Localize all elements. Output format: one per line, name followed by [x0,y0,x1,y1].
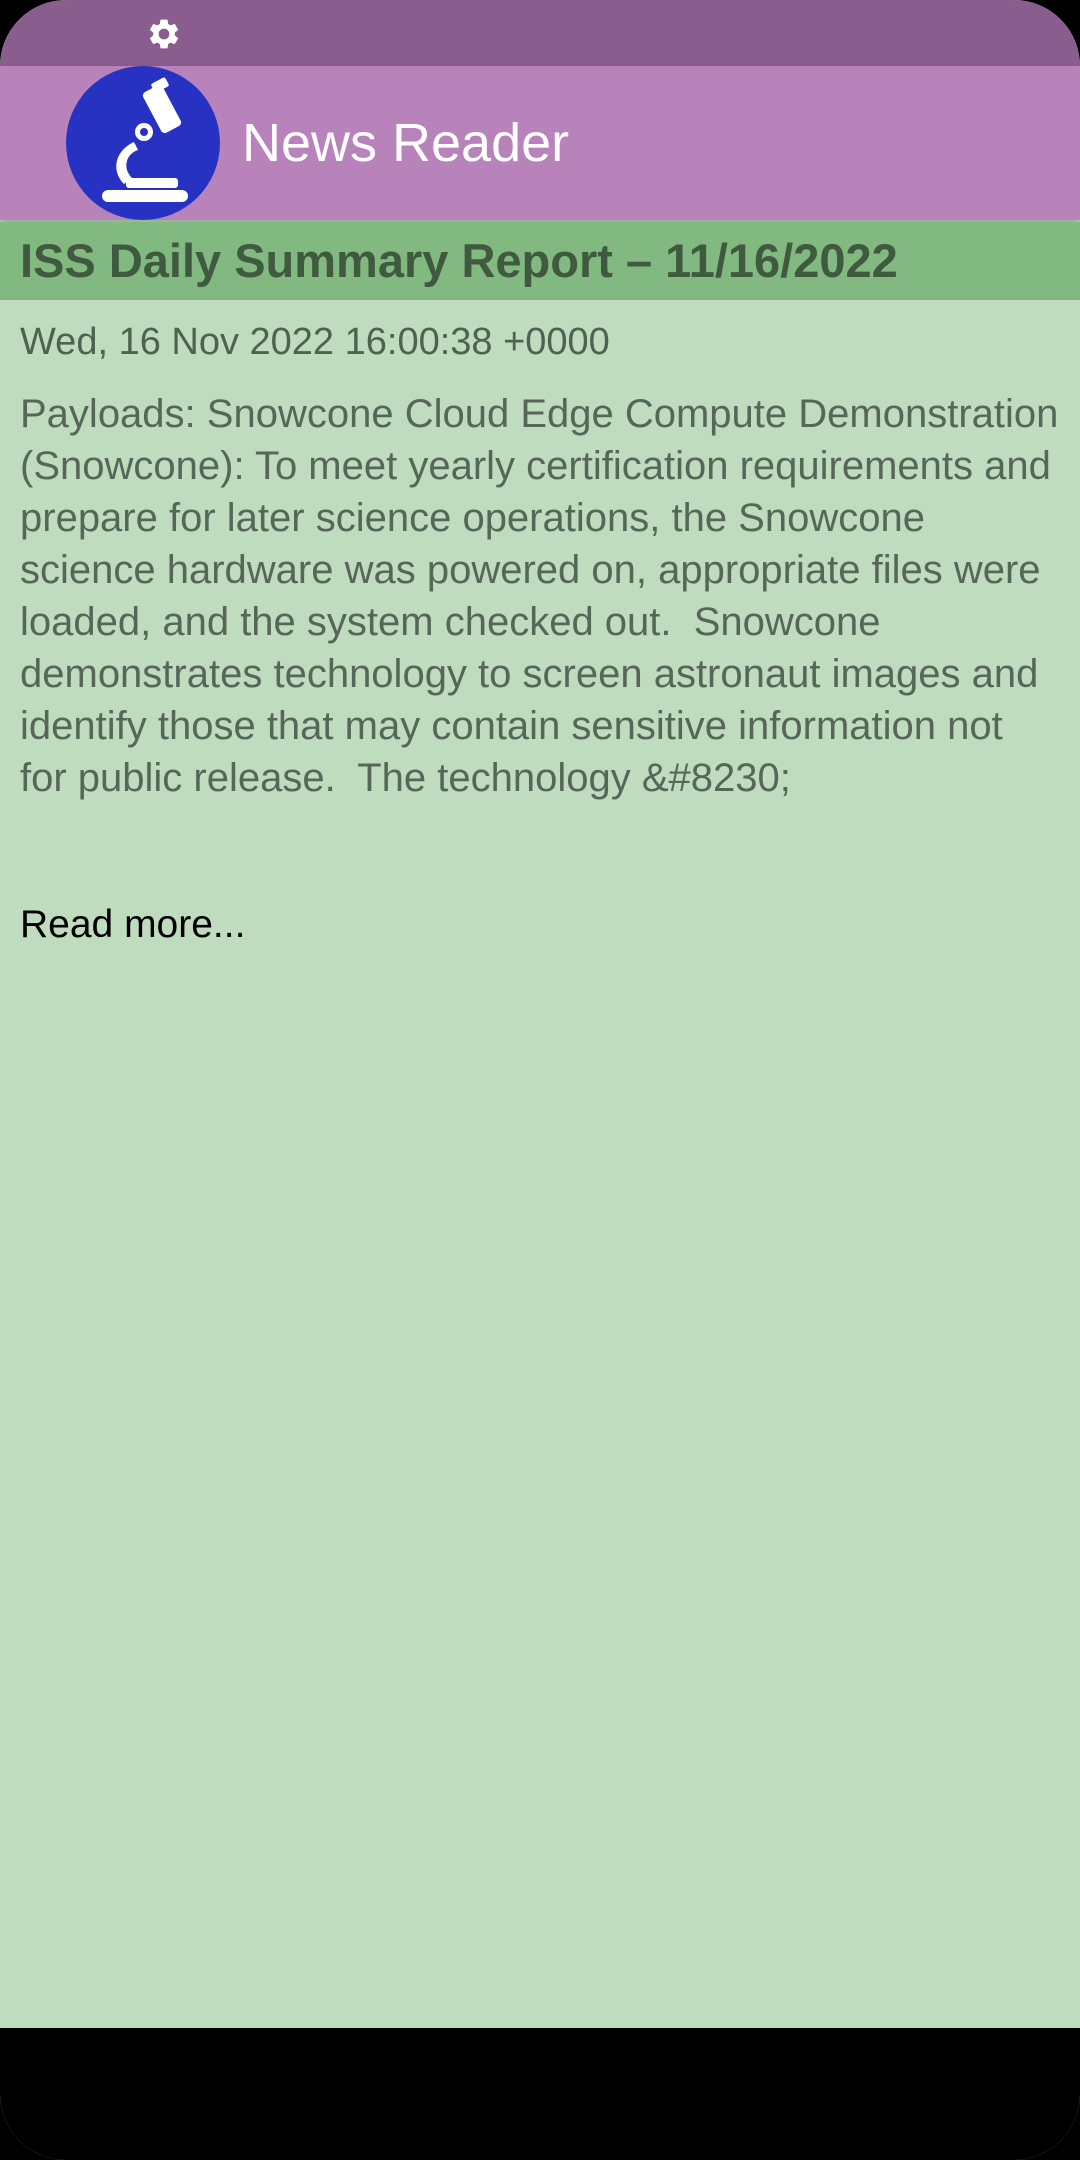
microscope-icon [102,77,188,202]
article-summary: Payloads: Snowcone Cloud Edge Compute De… [20,392,1070,800]
app-bar: News Reader [0,66,1080,220]
article-date: Wed, 16 Nov 2022 16:00:38 +0000 [20,321,610,363]
app-screen: News Reader ISS Daily Summary Report – 1… [0,0,1080,2160]
gear-icon [149,19,179,49]
article-title[interactable]: ISS Daily Summary Report – 11/16/2022 [20,230,898,292]
app-logo [66,66,220,220]
navigation-bar [0,2028,1080,2160]
status-bar [0,0,1080,66]
app-title: News Reader [242,113,570,173]
read-more-link[interactable]: Read more... [20,900,245,950]
article-header: ISS Daily Summary Report – 11/16/2022 [0,222,1080,300]
